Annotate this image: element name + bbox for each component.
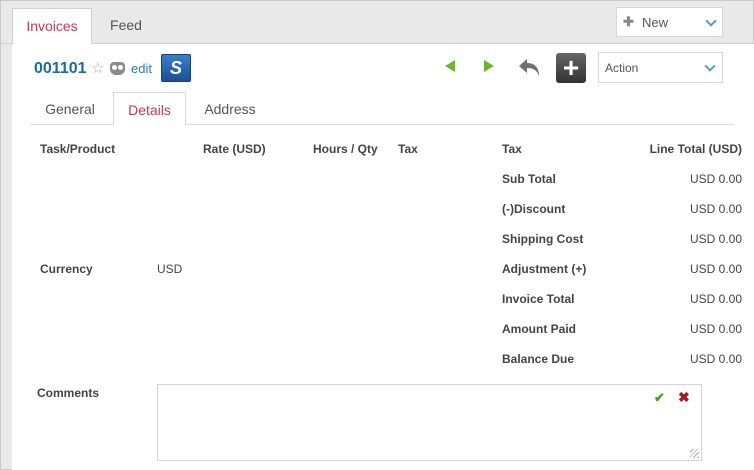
balance-due-label: Balance Due [502, 352, 575, 366]
close-icon[interactable]: ✖ [678, 389, 690, 406]
tab-general[interactable]: General [30, 92, 110, 125]
check-icon[interactable]: ✔ [654, 390, 665, 406]
sub-tab-bar: General Details Address [30, 92, 734, 126]
record-number: 001101 [34, 60, 87, 77]
top-tab-bar: Invoices Feed ✚ New [1, 1, 753, 45]
edit-link[interactable]: edit [131, 61, 152, 76]
shipping-cost-value: USD 0.00 [689, 232, 742, 246]
column-header-rate: Rate (USD) [203, 142, 266, 156]
previous-record-icon[interactable] [445, 60, 455, 72]
comments-label: Comments [37, 386, 100, 400]
adjustment-label: Adjustment (+) [502, 262, 587, 276]
currency-value: USD [157, 262, 183, 276]
shipping-cost-label: Shipping Cost [502, 232, 584, 246]
chevron-down-icon [704, 60, 716, 72]
column-header-line-total: Line Total (USD) [649, 142, 742, 156]
new-dropdown[interactable]: ✚ New [616, 7, 723, 37]
discount-value: USD 0.00 [689, 202, 742, 216]
plus-icon: ✚ [623, 14, 634, 29]
column-header-tax: Tax [398, 142, 418, 156]
record-panel: 001101 ☆ edit S + Action General Details… [12, 44, 754, 470]
tab-address[interactable]: Address [190, 92, 270, 125]
tab-details[interactable]: Details [113, 92, 186, 126]
undo-icon[interactable] [517, 54, 543, 80]
brand-logo-icon[interactable]: S [161, 54, 191, 82]
tab-feed[interactable]: Feed [93, 8, 159, 45]
invoice-total-value: USD 0.00 [689, 292, 742, 306]
action-dropdown[interactable]: Action [598, 52, 723, 83]
next-record-icon[interactable] [484, 60, 494, 72]
add-icon[interactable]: + [556, 53, 586, 83]
discount-label: (-)Discount [502, 202, 566, 216]
column-header-hours-qty: Hours / Qty [313, 142, 378, 156]
subtotal-label: Sub Total [502, 172, 556, 186]
adjustment-value: USD 0.00 [689, 262, 742, 276]
column-header-task-product: Task/Product [40, 142, 116, 156]
subtotal-value: USD 0.00 [689, 172, 742, 186]
owl-icon[interactable] [110, 62, 125, 75]
amount-paid-label: Amount Paid [502, 322, 576, 336]
star-icon[interactable]: ☆ [91, 59, 104, 77]
comments-textarea[interactable] [157, 384, 702, 461]
column-header-tax-summary: Tax [502, 142, 522, 156]
invoice-total-label: Invoice Total [502, 292, 575, 306]
action-dropdown-label: Action [605, 61, 639, 75]
resize-handle-icon[interactable] [690, 449, 699, 458]
tab-invoices[interactable]: Invoices [12, 8, 92, 45]
chevron-down-icon [705, 15, 717, 27]
new-dropdown-label: New [642, 15, 669, 30]
balance-due-value: USD 0.00 [689, 352, 742, 366]
app-frame: Invoices Feed ✚ New 001101 ☆ edit S + Ac… [0, 0, 754, 470]
currency-label: Currency [40, 262, 93, 276]
amount-paid-value: USD 0.00 [689, 322, 742, 336]
